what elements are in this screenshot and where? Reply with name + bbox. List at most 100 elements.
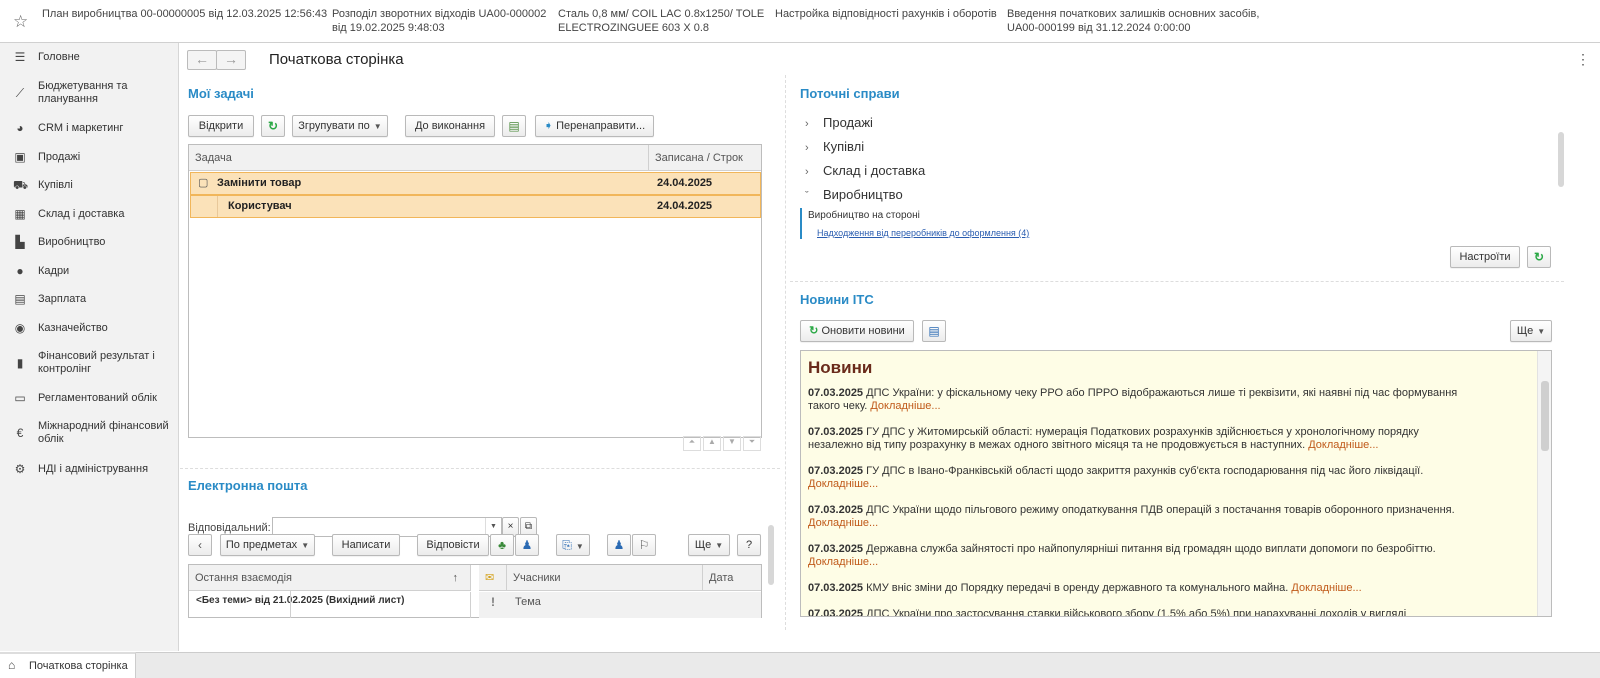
refresh-news-button[interactable]: ↻ Оновити новини xyxy=(800,320,914,342)
history-link[interactable]: План виробництва 00-00000005 від 12.03.2… xyxy=(42,7,327,21)
flag-icon[interactable]: ⚐ xyxy=(632,534,656,556)
news-more-link[interactable]: Докладніше... xyxy=(1291,582,1361,594)
up-icon[interactable]: ▲ xyxy=(703,436,721,451)
open-button[interactable]: Відкрити xyxy=(188,115,254,137)
chevron-down-icon: ˇ xyxy=(805,190,809,202)
importance-icon: ! xyxy=(479,592,507,618)
reply-all-icon[interactable]: ♣ xyxy=(490,534,514,556)
column-header[interactable]: Тема xyxy=(507,592,761,618)
clipboard-add-icon[interactable]: ▤ xyxy=(502,115,526,137)
home-icon: ⌂ xyxy=(8,658,16,672)
arrow-right-icon: ➧ xyxy=(543,120,554,132)
news-item: 07.03.2025 КМУ вніс зміни до Порядку пер… xyxy=(808,582,1362,594)
calculator-icon: ▤ xyxy=(14,292,26,306)
sort-up-icon: ↑ xyxy=(452,572,459,584)
sidebar-item-production[interactable]: ▙ Виробництво xyxy=(0,234,179,250)
column-header[interactable]: Учасники xyxy=(507,565,703,591)
history-link[interactable]: Сталь 0,8 мм/ COIL LAC 0.8x1250/ TOLE ELE… xyxy=(558,7,764,35)
news-scrollbar[interactable] xyxy=(1537,351,1551,616)
column-header[interactable]: Записана / Строк xyxy=(649,145,761,171)
news-more-link[interactable]: Докладніше... xyxy=(1308,439,1378,451)
processors-receipts-link[interactable]: Надходження від переробників до оформлен… xyxy=(817,228,1029,238)
sidebar-item-main[interactable]: ☰ Головне xyxy=(0,49,179,65)
refresh-icon: ↻ xyxy=(809,325,819,337)
scrollbar[interactable] xyxy=(1558,132,1564,187)
todo-button[interactable]: До виконання xyxy=(405,115,495,137)
write-button[interactable]: Написати xyxy=(332,534,400,556)
mail-move-icon[interactable]: ⎘ ▼ xyxy=(556,534,590,556)
bar-chart-icon: ▮ xyxy=(16,356,24,370)
mail-title: Електронна пошта xyxy=(188,478,308,493)
column-header[interactable]: Остання взаємодія ↑ xyxy=(189,565,471,591)
chevron-right-icon: › xyxy=(805,142,809,154)
forward-button[interactable]: → xyxy=(216,50,246,70)
table-scroll-buttons: ⏶ ▲ ▼ ⏷ xyxy=(683,436,763,452)
tree-line xyxy=(217,196,218,217)
history-link[interactable]: Розподіл зворотних відходів UA00-000002 в… xyxy=(332,7,546,35)
tab-home-page[interactable]: ⌂ Початкова сторінка xyxy=(0,652,136,678)
sidebar-item-treasury[interactable]: ◉ Казначейство xyxy=(0,320,179,336)
chevron-right-icon: › xyxy=(805,166,809,178)
current-group-sales[interactable]: › Продажі xyxy=(805,115,873,130)
responsible-label: Відповідальний: xyxy=(188,522,271,534)
history-bar: ☆ План виробництва 00-00000005 від 12.03… xyxy=(0,0,1600,43)
sidebar-item-crm[interactable]: ◕ CRM і маркетинг xyxy=(0,120,179,136)
sidebar-item-personnel[interactable]: ● Кадри xyxy=(0,263,179,279)
more-button[interactable]: Ще ▼ xyxy=(688,534,730,556)
news-list-icon[interactable]: ▤ xyxy=(922,320,946,342)
news-more-link[interactable]: Докладніше... xyxy=(808,517,878,529)
history-link[interactable]: Введення початкових залишків основних за… xyxy=(1007,7,1259,35)
refresh-icon[interactable]: ↻ xyxy=(261,115,285,137)
refresh-icon[interactable]: ↻ xyxy=(1527,246,1551,268)
menu-lines-icon: ☰ xyxy=(14,50,26,64)
sidebar-item-admin[interactable]: ⚙ НДІ і адміністрування xyxy=(0,461,179,477)
news-more-link[interactable]: Докладніше... xyxy=(870,400,940,412)
column-divider xyxy=(785,75,786,630)
current-group-production[interactable]: ˇ Виробництво xyxy=(805,187,903,202)
by-subject-button[interactable]: По предметах ▼ xyxy=(220,534,315,556)
envelope-icon: ✉ xyxy=(479,565,507,591)
last-icon[interactable]: ⏷ xyxy=(743,436,761,451)
sidebar-item-purchases[interactable]: ⛟ Купівлі xyxy=(0,177,179,193)
sidebar-item-sales[interactable]: ▣ Продажі xyxy=(0,149,179,165)
down-icon[interactable]: ▼ xyxy=(723,436,741,451)
news-more-link[interactable]: Докладніше... xyxy=(808,556,878,568)
group-by-button[interactable]: Згрупувати по ▼ xyxy=(292,115,388,137)
news-item: 07.03.2025 ДПС України щодо пільгового р… xyxy=(808,504,1455,529)
table-row[interactable]: Користувач 24.04.2025 xyxy=(190,195,761,218)
back-button[interactable]: ← xyxy=(187,50,217,70)
page-title: Початкова сторінка xyxy=(269,51,404,68)
news-more-link[interactable]: Докладніше... xyxy=(808,478,878,490)
column-header[interactable]: Задача xyxy=(189,145,649,171)
open-windows-bar xyxy=(0,652,1600,678)
sidebar-item-warehouse[interactable]: ▦ Склад і доставка xyxy=(0,206,179,222)
scrollbar[interactable] xyxy=(768,525,774,585)
gear-icon: ⚙ xyxy=(14,462,26,476)
sidebar-item-budgeting[interactable]: ⟋ Бюджетування та планування xyxy=(0,79,179,107)
person-icon: ● xyxy=(16,264,24,278)
reply-button[interactable]: Відповісти xyxy=(417,534,489,556)
help-button[interactable]: ? xyxy=(737,534,761,556)
sidebar-item-salary[interactable]: ▤ Зарплата xyxy=(0,291,179,307)
sidebar-item-financial-result[interactable]: ▮ Фінансовий результат і контролінг xyxy=(0,349,179,377)
mail-table: Остання взаємодія ↑ ✉ Учасники Дата <Без … xyxy=(188,564,762,618)
forward-person-icon[interactable]: ♟ xyxy=(515,534,539,556)
history-link[interactable]: Настройка відповідності рахунків і оборо… xyxy=(775,7,997,21)
list-item[interactable]: <Без теми> від 21.02.2025 (Вихідний лист… xyxy=(189,592,471,618)
table-row[interactable]: ▢ Замінити товар 24.04.2025 xyxy=(190,172,761,195)
back-arrow-icon[interactable]: ‹ xyxy=(188,534,212,556)
current-group-purchases[interactable]: › Купівлі xyxy=(805,139,864,154)
settings-button[interactable]: Настроїти xyxy=(1450,246,1520,268)
dropdown-caret-icon: ▼ xyxy=(715,541,724,550)
favorites-star-icon[interactable]: ☆ xyxy=(13,12,28,32)
first-icon[interactable]: ⏶ xyxy=(683,436,701,451)
column-header[interactable]: Дата xyxy=(703,565,761,591)
contact-icon[interactable]: ♟ xyxy=(607,534,631,556)
sidebar-item-regulated-accounting[interactable]: ▭ Регламентований облік xyxy=(0,390,179,406)
more-news-button[interactable]: Ще ▼ xyxy=(1510,320,1552,342)
sidebar-item-ifrs[interactable]: € Міжнародний фінансовий облік xyxy=(0,419,179,447)
news-item: 07.03.2025 ДПС України про застосування … xyxy=(808,608,1407,617)
more-vert-icon[interactable]: ⋮ xyxy=(1576,51,1590,68)
redirect-button[interactable]: ➧ Перенаправити... xyxy=(535,115,654,137)
current-group-warehouse[interactable]: › Склад і доставка xyxy=(805,163,925,178)
